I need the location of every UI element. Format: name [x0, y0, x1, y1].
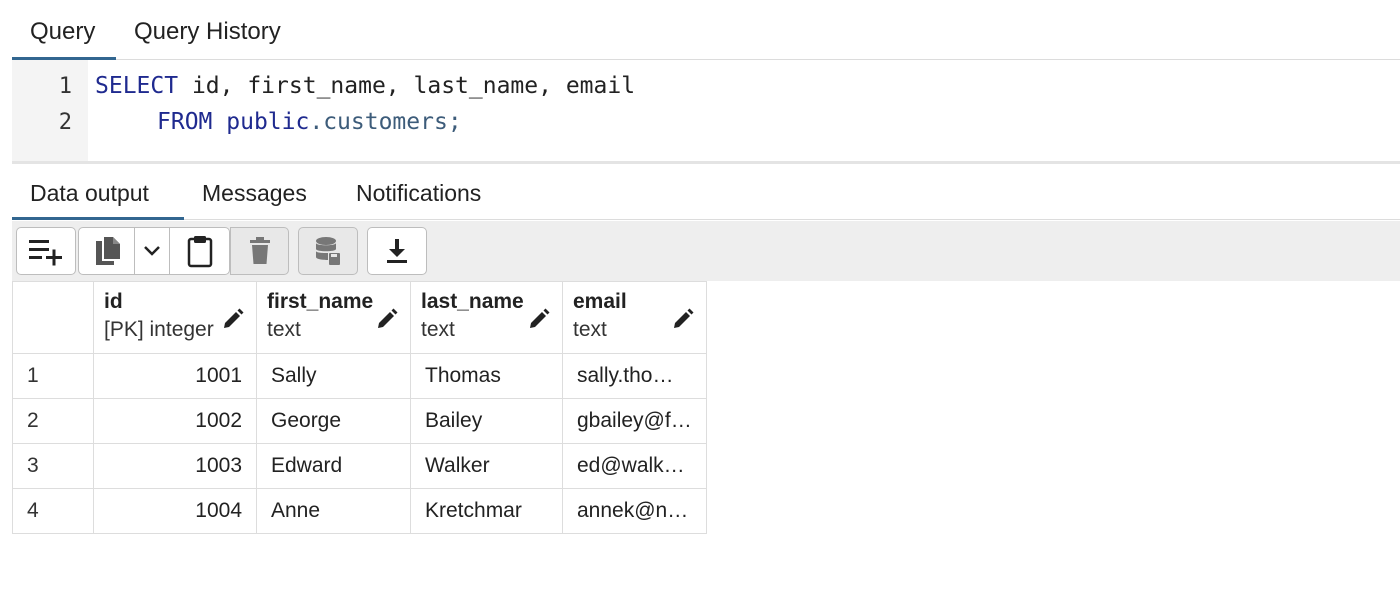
table-row[interactable]: 3 1003 Edward Walker ed@walk… — [12, 443, 707, 489]
copy-options-dropdown[interactable] — [134, 227, 170, 275]
paste-button[interactable] — [169, 227, 230, 275]
tab-query-history[interactable]: Query History — [116, 0, 316, 60]
edit-pencil-icon[interactable] — [672, 308, 694, 330]
download-icon — [387, 239, 407, 263]
query-tab-bar: Query Query History — [12, 0, 1400, 60]
delete-icon — [249, 237, 270, 264]
data-output-toolbar — [12, 221, 1400, 281]
table-row[interactable]: 4 1004 Anne Kretchmar annek@n… — [12, 488, 707, 534]
cell-email[interactable]: sally.tho… — [562, 353, 707, 399]
row-number[interactable]: 2 — [12, 398, 94, 444]
row-number[interactable]: 1 — [12, 353, 94, 399]
cell-first-name[interactable]: Edward — [256, 443, 411, 489]
cell-email[interactable]: gbailey@f… — [562, 398, 707, 444]
data-output-grid: id [PK] integer first_name text last_nam… — [12, 281, 707, 534]
sql-table: .customers; — [309, 109, 462, 135]
result-tab-bar: Data output Messages Notifications — [12, 164, 1400, 220]
download-button[interactable] — [367, 227, 427, 275]
edit-pencil-icon[interactable] — [528, 308, 550, 330]
paste-icon — [187, 236, 212, 268]
sql-columns: id, first_name, last_name, email — [178, 73, 636, 99]
code-line: FROM public.customers; — [157, 109, 462, 135]
line-number: 1 — [58, 74, 72, 99]
code-area[interactable]: SELECT id, first_name, last_name, email … — [95, 60, 1395, 161]
chevron-down-icon — [144, 246, 160, 256]
column-header-last-name[interactable]: last_name text — [410, 281, 563, 354]
column-header-id[interactable]: id [PK] integer — [93, 281, 257, 354]
cell-id[interactable]: 1001 — [93, 353, 257, 399]
edit-pencil-icon[interactable] — [376, 308, 398, 330]
add-row-button[interactable] — [16, 227, 76, 275]
cell-id[interactable]: 1002 — [93, 398, 257, 444]
tab-notifications[interactable]: Notifications — [338, 164, 528, 220]
edit-pencil-icon[interactable] — [222, 308, 244, 330]
cell-id[interactable]: 1004 — [93, 488, 257, 534]
sql-keyword: FROM — [157, 109, 213, 135]
cell-first-name[interactable]: George — [256, 398, 411, 444]
cell-last-name[interactable]: Kretchmar — [410, 488, 563, 534]
tab-data-output[interactable]: Data output — [12, 164, 184, 220]
save-data-button[interactable] — [298, 227, 358, 275]
add-row-icon — [29, 240, 62, 266]
cell-first-name[interactable]: Sally — [256, 353, 411, 399]
cell-last-name[interactable]: Walker — [410, 443, 563, 489]
sql-keyword: SELECT — [95, 73, 179, 99]
row-number[interactable]: 3 — [12, 443, 94, 489]
table-row[interactable]: 2 1002 George Bailey gbailey@f… — [12, 398, 707, 444]
row-number[interactable]: 4 — [12, 488, 94, 534]
tab-messages[interactable]: Messages — [184, 164, 334, 220]
cell-email[interactable]: ed@walk… — [562, 443, 707, 489]
sql-schema: public — [226, 109, 310, 135]
column-header-first-name[interactable]: first_name text — [256, 281, 411, 354]
cell-id[interactable]: 1003 — [93, 443, 257, 489]
copy-button[interactable] — [78, 227, 135, 275]
code-line: SELECT id, first_name, last_name, email — [95, 73, 635, 99]
sql-editor[interactable]: 1 2 SELECT id, first_name, last_name, em… — [12, 60, 1400, 164]
copy-icon — [95, 237, 120, 265]
delete-button[interactable] — [230, 227, 289, 275]
cell-email[interactable]: annek@n… — [562, 488, 707, 534]
row-number-header[interactable] — [12, 281, 94, 354]
column-header-email[interactable]: email text — [562, 281, 707, 354]
table-row[interactable]: 1 1001 Sally Thomas sally.tho… — [12, 353, 707, 399]
cell-first-name[interactable]: Anne — [256, 488, 411, 534]
cell-last-name[interactable]: Thomas — [410, 353, 563, 399]
line-number-gutter: 1 2 — [12, 60, 88, 161]
grid-header-row: id [PK] integer first_name text last_nam… — [12, 281, 707, 354]
line-number: 2 — [58, 110, 72, 135]
save-data-icon — [316, 237, 340, 265]
cell-last-name[interactable]: Bailey — [410, 398, 563, 444]
tab-query[interactable]: Query — [12, 0, 116, 60]
